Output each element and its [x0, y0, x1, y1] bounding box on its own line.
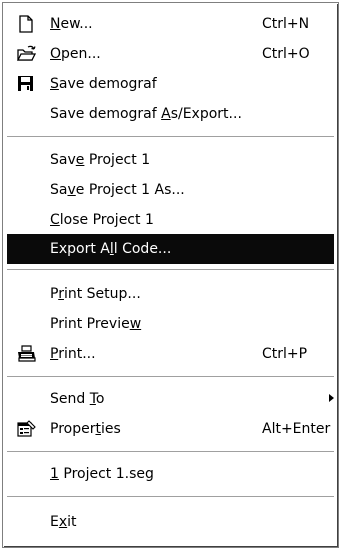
submenu-arrow-icon: [329, 394, 334, 402]
menu-item-save-as-export-label: Save demograf As/Export...: [50, 106, 242, 122]
menu-item-export-all-code[interactable]: Export All Code...: [7, 234, 334, 264]
menu-item-close-project-label: Close Project 1: [50, 212, 154, 228]
open-folder-icon: [15, 44, 37, 64]
menu-item-new[interactable]: New... Ctrl+N: [7, 9, 334, 39]
menu-item-exit[interactable]: Exit: [7, 507, 334, 537]
menu-item-open-label: Open...: [50, 46, 101, 62]
menu-item-print-setup[interactable]: Print Setup...: [7, 279, 334, 309]
menu-item-print-label: Print...: [50, 346, 96, 362]
menu-item-save-as-export[interactable]: Save demograf As/Export...: [7, 99, 334, 129]
menu-item-save-project-as[interactable]: Save Project 1 As...: [7, 175, 334, 205]
menu-item-properties[interactable]: Properties Alt+Enter: [7, 414, 334, 444]
menu-item-save-project[interactable]: Save Project 1: [7, 145, 334, 175]
menu-item-new-shortcut: Ctrl+N: [262, 16, 310, 32]
menu-item-print-shortcut: Ctrl+P: [262, 346, 308, 362]
menu-item-open[interactable]: Open... Ctrl+O: [7, 39, 334, 69]
menu-item-print-preview-label: Print Preview: [50, 316, 142, 332]
menu-item-recent-file-1-label: 1 Project 1.seg: [50, 466, 154, 482]
menu-separator: [7, 136, 334, 138]
menu-item-print[interactable]: Print... Ctrl+P: [7, 339, 334, 369]
menu-item-send-to-label: Send To: [50, 391, 105, 407]
new-document-icon: [15, 14, 37, 34]
printer-icon: [15, 344, 37, 364]
menu-separator: [7, 376, 334, 378]
menu-item-export-all-code-label: Export All Code...: [50, 241, 172, 257]
file-menu: New... Ctrl+N Open... Ctrl+O Save demogr…: [2, 2, 339, 548]
properties-icon: [15, 419, 37, 439]
menu-item-properties-label: Properties: [50, 421, 121, 437]
menu-separator: [7, 269, 334, 271]
menu-item-save-project-label: Save Project 1: [50, 152, 151, 168]
menu-item-print-setup-label: Print Setup...: [50, 286, 141, 302]
menu-item-save[interactable]: Save demograf: [7, 69, 334, 99]
menu-item-send-to[interactable]: Send To: [7, 384, 334, 414]
menu-item-recent-file-1[interactable]: 1 Project 1.seg: [7, 459, 334, 489]
menu-item-save-label: Save demograf: [50, 76, 157, 92]
menu-item-exit-label: Exit: [50, 514, 77, 530]
menu-item-properties-shortcut: Alt+Enter: [262, 421, 331, 437]
menu-item-open-shortcut: Ctrl+O: [262, 46, 310, 62]
menu-item-print-preview[interactable]: Print Preview: [7, 309, 334, 339]
menu-separator: [7, 496, 334, 498]
menu-item-close-project[interactable]: Close Project 1: [7, 205, 334, 235]
save-disk-icon: [15, 74, 37, 94]
menu-separator: [7, 451, 334, 453]
menu-item-save-project-as-label: Save Project 1 As...: [50, 182, 185, 198]
menu-item-new-label: New...: [50, 16, 93, 32]
